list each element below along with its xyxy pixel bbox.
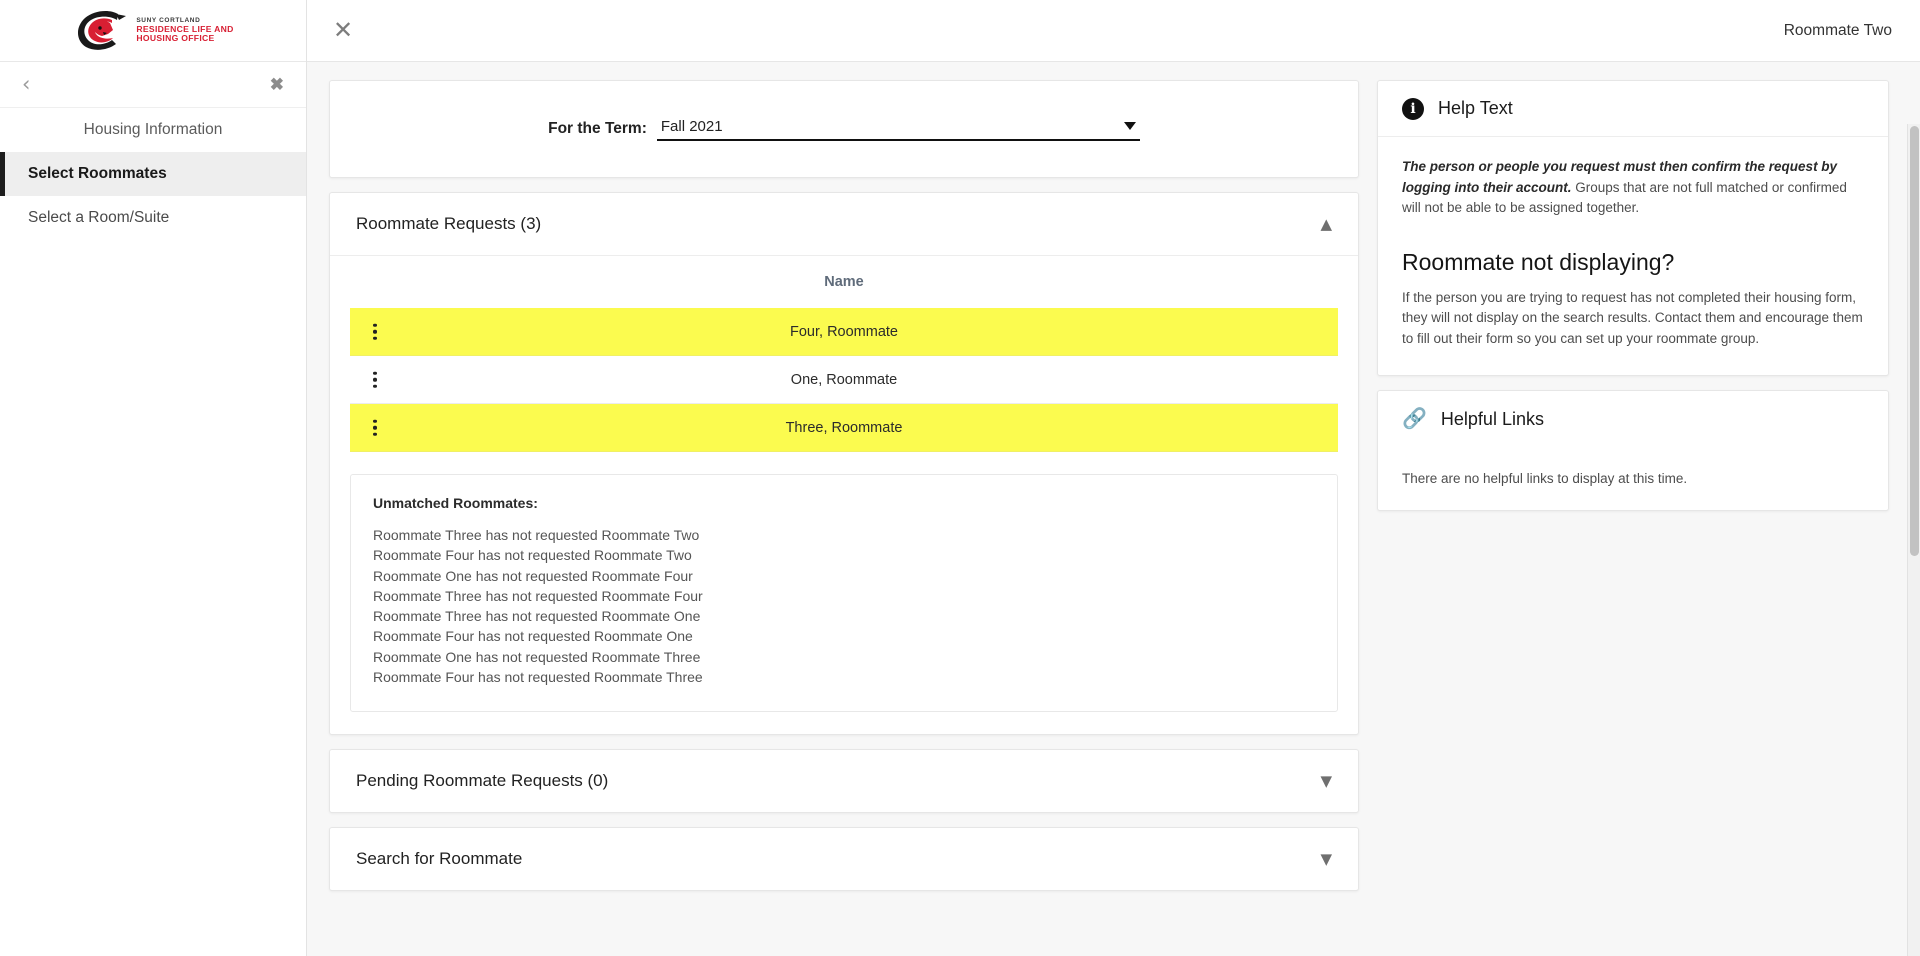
- sidebar-item-select-room-suite[interactable]: Select a Room/Suite: [0, 196, 306, 240]
- roommate-requests-header[interactable]: Roommate Requests (3) ▲: [330, 193, 1358, 255]
- help-text-panel: i Help Text The person or people you req…: [1377, 80, 1889, 377]
- sidebar-item-label: Select a Room/Suite: [28, 209, 170, 226]
- help-panel-body: The person or people you request must th…: [1378, 137, 1888, 375]
- kebab-menu-icon[interactable]: [370, 416, 380, 439]
- kebab-menu-icon[interactable]: [370, 320, 380, 343]
- accordion-title: Roommate Requests (3): [356, 214, 542, 233]
- scrollbar-thumb[interactable]: [1910, 126, 1919, 556]
- term-selected-value: Fall 2021: [660, 117, 723, 135]
- red-dragon-logo-icon: [72, 10, 130, 52]
- sidebar-item-housing-information[interactable]: Housing Information: [0, 108, 306, 152]
- unmatched-line: Roommate Four has not requested Roommate…: [373, 628, 693, 645]
- content-column: ✕ Roommate Two For the Term: Fall 2021 R…: [307, 0, 1920, 956]
- close-icon[interactable]: ✕: [333, 18, 353, 43]
- main-column: For the Term: Fall 2021 Roommate Request…: [329, 80, 1359, 956]
- close-x-icon[interactable]: ✖: [270, 76, 284, 93]
- term-selector-card: For the Term: Fall 2021: [329, 80, 1359, 178]
- chevron-down-icon[interactable]: ▼: [1320, 772, 1332, 790]
- table-header-row: Name: [350, 256, 1338, 308]
- logo-wordmark: SUNY CORTLAND RESIDENCE LIFE AND HOUSING…: [136, 17, 233, 44]
- sidebar: SUNY CORTLAND RESIDENCE LIFE AND HOUSING…: [0, 0, 307, 956]
- search-roommate-accordion: Search for Roommate ▼: [329, 827, 1359, 892]
- sidebar-item-label: Housing Information: [83, 121, 223, 138]
- brand-logo: SUNY CORTLAND RESIDENCE LIFE AND HOUSING…: [72, 10, 233, 52]
- accordion-title: Search for Roommate: [356, 849, 523, 869]
- app-root: SUNY CORTLAND RESIDENCE LIFE AND HOUSING…: [0, 0, 1920, 956]
- roommate-name: One, Roommate: [790, 371, 898, 388]
- accordion-title: Pending Roommate Requests (0): [356, 771, 609, 791]
- links-panel-title: Helpful Links: [1440, 408, 1544, 429]
- link-icon: 🔗: [1402, 408, 1427, 431]
- unmatched-line: Roommate Three has not requested Roommat…: [373, 608, 701, 625]
- search-roommate-header[interactable]: Search for Roommate ▼: [330, 828, 1358, 890]
- roommate-requests-accordion: Roommate Requests (3) ▲ Name Four, Roomm…: [329, 192, 1359, 736]
- help-intro-paragraph: The person or people you request must th…: [1402, 157, 1864, 219]
- column-header-name: Name: [824, 274, 864, 290]
- chevron-left-icon[interactable]: ‹: [22, 74, 30, 95]
- help-heading: Roommate not displaying?: [1402, 248, 1675, 275]
- unmatched-line: Roommate Three has not requested Roommat…: [373, 587, 703, 604]
- term-label: For the Term:: [548, 119, 647, 137]
- pending-requests-accordion: Pending Roommate Requests (0) ▼: [329, 749, 1359, 814]
- unmatched-line: Roommate One has not requested Roommate …: [373, 648, 701, 665]
- helpful-links-panel: 🔗 Helpful Links There are no helpful lin…: [1377, 390, 1889, 512]
- help-panel-header: i Help Text: [1378, 81, 1888, 137]
- user-name-label: Roommate Two: [1783, 21, 1892, 39]
- unmatched-line: Roommate Three has not requested Roommat…: [373, 527, 700, 543]
- unmatched-line: Roommate One has not requested Roommate …: [373, 567, 693, 584]
- unmatched-roommates-box: Unmatched Roommates: Roommate Three has …: [350, 474, 1338, 713]
- chevron-down-icon[interactable]: ▼: [1320, 850, 1332, 868]
- unmatched-title: Unmatched Roommates:: [373, 495, 538, 511]
- help-body-text: If the person you are trying to request …: [1402, 289, 1863, 346]
- links-empty-message: There are no helpful links to display at…: [1402, 471, 1688, 487]
- term-row: For the Term: Fall 2021: [548, 118, 1140, 141]
- sidebar-item-select-roommates[interactable]: Select Roommates: [0, 152, 306, 196]
- table-row[interactable]: One, Roommate: [350, 356, 1338, 404]
- links-panel-header: 🔗 Helpful Links: [1378, 391, 1888, 447]
- page-body: For the Term: Fall 2021 Roommate Request…: [307, 62, 1920, 956]
- page-scrollbar[interactable]: [1907, 124, 1920, 956]
- sidebar-item-label: Select Roommates: [28, 165, 167, 182]
- roommate-name: Four, Roommate: [790, 323, 898, 340]
- unmatched-line: Roommate Four has not requested Roommate…: [373, 547, 692, 564]
- pending-requests-header[interactable]: Pending Roommate Requests (0) ▼: [330, 750, 1358, 812]
- term-select[interactable]: Fall 2021: [656, 117, 1140, 141]
- logo-container: SUNY CORTLAND RESIDENCE LIFE AND HOUSING…: [0, 0, 306, 62]
- kebab-menu-icon[interactable]: [370, 368, 380, 391]
- table-row[interactable]: Four, Roommate: [350, 308, 1338, 356]
- unmatched-line: Roommate Four has not requested Roommate…: [373, 669, 703, 686]
- roommate-name: Three, Roommate: [785, 419, 903, 436]
- sidebar-controls: ‹ ✖: [0, 62, 306, 108]
- top-header: ✕ Roommate Two: [307, 0, 1920, 62]
- logo-line-3: HOUSING OFFICE: [136, 33, 215, 44]
- table-row[interactable]: Three, Roommate: [350, 404, 1338, 452]
- help-panel-title: Help Text: [1438, 98, 1513, 118]
- chevron-up-icon[interactable]: ▲: [1320, 215, 1332, 233]
- info-icon: i: [1402, 97, 1424, 120]
- caret-down-icon: [1123, 122, 1136, 130]
- help-column: i Help Text The person or people you req…: [1377, 80, 1889, 956]
- roommate-requests-body: Name Four, Roommate One, Roommate Three,…: [330, 255, 1358, 734]
